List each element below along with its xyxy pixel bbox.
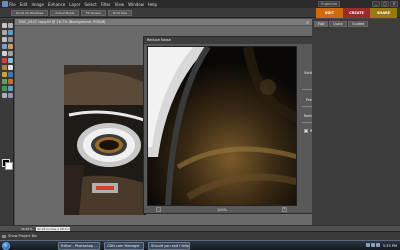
tab-create[interactable]: CREATE — [343, 8, 370, 18]
actual-pixels-button[interactable]: Actual Pixels — [50, 10, 80, 16]
tab-edit[interactable]: EDIT — [316, 8, 343, 18]
lasso-tool-icon[interactable] — [8, 37, 13, 42]
recompose-tool-icon[interactable] — [8, 93, 13, 98]
tab-quick[interactable]: Quick — [329, 21, 347, 27]
maximize-button[interactable]: □ — [381, 1, 389, 7]
type-tool-icon[interactable] — [2, 51, 7, 56]
preview-zoom-level: 100% — [216, 208, 227, 212]
tab-share[interactable]: SHARE — [370, 8, 397, 18]
document-photo — [64, 65, 146, 215]
menu-view[interactable]: View — [115, 1, 125, 8]
paint-bucket-tool-icon[interactable] — [2, 79, 7, 84]
document-close-icon[interactable]: × — [305, 20, 310, 25]
mode-tabs: EDIT CREATE SHARE — [316, 8, 397, 18]
healing-brush-tool-icon[interactable] — [8, 58, 13, 63]
window-controls: _ □ × — [372, 1, 398, 7]
brush-tool-icon[interactable] — [2, 72, 7, 77]
eyedropper-tool-icon[interactable] — [8, 30, 13, 35]
shape-tool-icon[interactable] — [2, 86, 7, 91]
menu-help[interactable]: Help — [148, 1, 157, 8]
start-button-icon[interactable] — [2, 242, 10, 250]
eraser-tool-icon[interactable] — [8, 65, 13, 70]
smart-brush-tool-icon[interactable] — [8, 72, 13, 77]
taskbar-item-browser[interactable]: Should you and I follo... — [148, 242, 190, 250]
menu-layer[interactable]: Layer — [69, 1, 80, 8]
crop-tool-icon[interactable] — [8, 51, 13, 56]
hand-tool-icon[interactable] — [2, 30, 7, 35]
project-bin-label[interactable]: Show Project Bin — [8, 234, 37, 238]
document-title: DSC_0447 copy.tif @ 16.7% (Background, R… — [15, 19, 312, 26]
photo-motorcycle-chrome — [64, 65, 146, 215]
background-color-swatch[interactable] — [5, 162, 13, 170]
minimize-button[interactable]: _ — [372, 1, 380, 7]
panel-tabs: Full Quick Guided — [314, 21, 369, 27]
menu-filter[interactable]: Filter — [101, 1, 111, 8]
magic-wand-tool-icon[interactable] — [2, 44, 7, 49]
taskbar-item-manager[interactable]: CDN.com Manager — [104, 242, 144, 250]
windows-taskbar: Editor - Photoshop ... CDN.com Manager S… — [0, 240, 400, 250]
selection-brush-tool-icon[interactable] — [8, 44, 13, 49]
right-panel: Full Quick Guided — [312, 19, 400, 225]
photoshop-elements-window: File Edit Image Enhance Layer Select Fil… — [0, 0, 400, 250]
view-buttons: Scroll All Windows Actual Pixels Fit Scr… — [11, 10, 132, 16]
menu-file[interactable]: File — [9, 1, 16, 8]
menu-bar: File Edit Image Enhance Layer Select Fil… — [0, 0, 400, 8]
tray-volume-icon[interactable] — [371, 243, 375, 247]
red-eye-tool-icon[interactable] — [2, 58, 7, 63]
scroll-all-windows-button[interactable]: Scroll All Windows — [11, 10, 49, 16]
menu-window[interactable]: Window — [128, 1, 144, 8]
preview-image — [148, 47, 296, 205]
menu-image[interactable]: Image — [31, 1, 44, 8]
tray-app-icon[interactable] — [376, 243, 380, 247]
tab-full[interactable]: Full — [314, 21, 328, 27]
zoom-in-button[interactable]: + — [282, 207, 287, 212]
menu-edit[interactable]: Edit — [20, 1, 28, 8]
document-title-text: DSC_0447 copy.tif @ 16.7% (Background, R… — [19, 20, 106, 24]
project-bin-bar[interactable]: Show Project Bin — [0, 231, 400, 240]
remove-jpeg-artifact-checkbox[interactable] — [304, 129, 308, 133]
zoom-tool-icon[interactable] — [8, 23, 13, 28]
app-logo-icon — [2, 1, 8, 7]
filter-preview[interactable] — [147, 46, 297, 206]
tray-network-icon[interactable] — [366, 243, 370, 247]
tab-guided[interactable]: Guided — [347, 21, 369, 27]
taskbar-item-photoshop[interactable]: Editor - Photoshop ... — [58, 242, 100, 250]
taskbar-clock[interactable]: 5:55 PM — [383, 242, 397, 250]
print-size-button[interactable]: Print Size — [107, 10, 132, 16]
clone-stamp-tool-icon[interactable] — [2, 65, 7, 70]
close-button[interactable]: × — [390, 1, 398, 7]
menu-items: File Edit Image Enhance Layer Select Fil… — [9, 1, 157, 8]
fit-screen-button[interactable]: Fit Screen — [81, 10, 106, 16]
marquee-tool-icon[interactable] — [2, 37, 7, 42]
gradient-tool-icon[interactable] — [8, 79, 13, 84]
menu-select[interactable]: Select — [84, 1, 96, 8]
blur-tool-icon[interactable] — [8, 86, 13, 91]
system-tray — [366, 243, 380, 247]
move-tool-icon[interactable] — [2, 23, 7, 28]
organizer-button[interactable]: Organizer — [318, 1, 340, 7]
sponge-tool-icon[interactable] — [2, 93, 7, 98]
toolbox — [0, 19, 14, 225]
menu-enhance[interactable]: Enhance — [48, 1, 65, 8]
project-bin-icon — [2, 235, 6, 238]
